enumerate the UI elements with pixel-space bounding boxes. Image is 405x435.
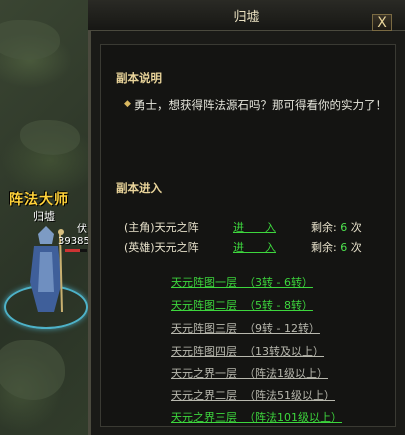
dialog-title: 归墟 xyxy=(233,10,260,25)
level-link[interactable]: 天元阵图一层 （3转 - 6转） xyxy=(171,274,313,290)
close-button[interactable]: X xyxy=(372,14,392,31)
npc-hp-bar xyxy=(65,249,87,252)
remaining-number: 6 xyxy=(340,221,348,234)
description-text: 勇士，想获得阵法源石吗？那可得看你的实力了！ xyxy=(134,98,387,112)
npc-side-label: 伏 xyxy=(77,224,87,235)
npc-title: 阵法大师 xyxy=(9,192,69,208)
remaining-prefix: 剩余: xyxy=(311,221,337,234)
npc-name: 归墟 xyxy=(33,210,55,223)
description-heading: 副本说明 xyxy=(116,71,162,85)
npc-hp-text: 39385 xyxy=(58,236,90,247)
scene-rock xyxy=(0,20,60,60)
remaining-unit: 次 xyxy=(350,221,362,234)
enter-button[interactable]: 进 入 xyxy=(233,239,276,255)
level-link[interactable]: 天元之界二层 （阵法51级以上） xyxy=(171,387,335,403)
enter-button[interactable]: 进 入 xyxy=(233,219,276,235)
bullet-icon: ◆ xyxy=(124,99,131,109)
remaining-number: 6 xyxy=(340,241,348,254)
level-link[interactable]: 天元阵图二层 （5转 - 8转） xyxy=(171,297,313,313)
entry-row-label: (主角)天元之阵 xyxy=(124,221,199,234)
remaining-count: 剩余: 6 次 xyxy=(311,239,362,255)
entry-row-label: (英雄)天元之阵 xyxy=(124,241,199,254)
npc-hp-fill xyxy=(65,249,81,252)
level-link[interactable]: 天元之界一层 （阵法1级以上） xyxy=(171,365,328,381)
entry-heading: 副本进入 xyxy=(116,181,162,195)
scene-rock xyxy=(20,120,80,155)
level-link[interactable]: 天元阵图三层 （9转 - 12转） xyxy=(171,320,320,336)
remaining-prefix: 剩余: xyxy=(311,241,337,254)
dialog-titlebar[interactable]: 归墟 xyxy=(88,0,405,31)
level-link[interactable]: 天元之界三层 （阵法101级以上） xyxy=(171,409,342,425)
scene-rock xyxy=(0,340,65,400)
remaining-count: 剩余: 6 次 xyxy=(311,219,362,235)
level-link[interactable]: 天元阵图四层 （13转及以上） xyxy=(171,343,324,359)
remaining-unit: 次 xyxy=(350,241,362,254)
